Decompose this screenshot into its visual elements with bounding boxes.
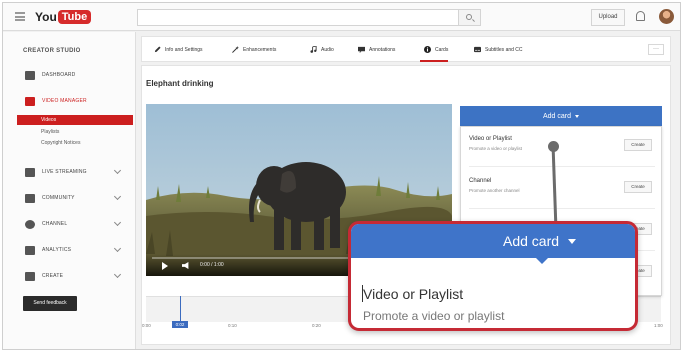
timeline-tick: 0:00 [142,323,151,328]
chevron-down-icon[interactable] [113,218,122,227]
chevron-down-icon[interactable] [113,166,122,175]
wand-icon [232,46,239,53]
dashboard-icon [25,70,35,80]
create-button[interactable]: Create [624,181,652,193]
sidebar-subitem-playlists[interactable]: Playlists [41,129,59,135]
callout-add-card-button[interactable]: Add card [351,224,635,258]
zoom-callout: Add card Video or Playlist Promote a vid… [348,221,638,331]
sidebar-title: CREATOR STUDIO [23,48,81,54]
card-option-channel[interactable]: Channel Promote another channel Create [469,169,655,209]
sidebar: CREATOR STUDIO DASHBOARD VIDEO MANAGER V… [3,32,136,349]
add-card-label: Add card [542,112,572,120]
youtube-logo[interactable]: You Tube [35,9,92,25]
logo-you-text: You [35,10,57,24]
sidebar-item-label: VIDEO MANAGER [42,98,87,104]
tab-cards[interactable]: Cards [424,37,448,62]
video-manager-icon [25,96,35,106]
timeline-tick: 0:20 [312,323,321,328]
logo-tube-text: Tube [57,10,92,24]
menu-icon[interactable] [15,12,25,21]
sidebar-item-community[interactable]: COMMUNITY [25,192,75,204]
sidebar-item-live-streaming[interactable]: LIVE STREAMING [25,166,87,178]
music-icon [310,46,317,53]
top-bar: You Tube Upload [3,3,680,31]
create-button[interactable]: Create [624,139,652,151]
sidebar-item-label: CREATE [42,273,64,279]
card-option-desc: Promote another channel [469,188,520,193]
bell-icon[interactable] [636,11,645,21]
sidebar-item-label: ANALYTICS [42,247,72,253]
tab-label: Subtitles and CC [485,46,523,53]
card-option-title: Video or Playlist [469,136,512,142]
upload-button[interactable]: Upload [591,9,625,26]
card-option-desc: Promote a video or playlist [469,146,523,151]
community-icon [25,193,35,203]
sidebar-item-create[interactable]: CREATE [25,270,63,282]
video-title: Elephant drinking [146,79,214,88]
callout-notch [534,256,550,264]
sidebar-item-label: COMMUNITY [42,195,75,201]
sidebar-subitem-videos[interactable]: Videos [17,115,133,125]
timeline-cursor-time[interactable]: 0:02 [172,321,188,328]
avatar[interactable] [659,9,674,24]
caret-down-icon [568,238,577,244]
play-icon[interactable] [162,262,168,270]
volume-icon[interactable] [182,262,189,269]
tab-label: Audio [321,46,334,53]
timeline-tick: 1:00 [654,323,663,328]
timeline-tick: 0:10 [228,323,237,328]
sidebar-item-dashboard[interactable]: DASHBOARD [25,69,75,81]
channel-icon [25,219,35,229]
annotation-icon [358,46,365,53]
timeline-playhead[interactable] [180,296,181,322]
more-button[interactable]: ··· [648,44,664,55]
callout-option-desc: Promote a video or playlist [363,309,505,323]
sidebar-item-label: LIVE STREAMING [42,169,87,175]
tab-enhancements[interactable]: Enhancements [232,37,276,62]
add-card-button[interactable]: Add card [460,106,662,126]
sidebar-item-label: CHANNEL [42,221,68,227]
tab-annotations[interactable]: Annotations [358,37,395,62]
tab-label: Cards [435,46,449,53]
tab-info-settings[interactable]: Info and Settings [154,37,203,62]
sidebar-subitem-label: Videos [41,117,57,123]
search-input[interactable] [137,9,459,26]
callout-option-title[interactable]: Video or Playlist [363,286,463,302]
search-button[interactable] [459,9,481,26]
video-time: 0:00 / 1:00 [200,262,224,268]
caret-down-icon [575,114,580,118]
info-icon [424,46,431,53]
tab-label: Info and Settings [165,46,203,53]
sidebar-subitem-copyright[interactable]: Copyright Notices [41,140,80,146]
chevron-down-icon[interactable] [113,270,122,279]
sidebar-item-label: DASHBOARD [42,72,76,78]
send-feedback-button[interactable]: Send feedback [23,296,77,311]
sidebar-item-channel[interactable]: CHANNEL [25,218,67,230]
tab-label: Enhancements [243,46,277,53]
subtitles-icon [474,46,481,53]
analytics-icon [25,245,35,255]
create-icon [25,271,35,281]
sidebar-item-analytics[interactable]: ANALYTICS [25,244,71,256]
tab-audio[interactable]: Audio [310,37,334,62]
callout-add-card-label: Add card [503,233,560,249]
sidebar-item-video-manager[interactable]: VIDEO MANAGER [25,95,87,107]
card-option-video[interactable]: Video or Playlist Promote a video or pla… [469,127,655,167]
search-icon [466,14,472,20]
active-tab-indicator [420,60,448,62]
tab-subtitles[interactable]: Subtitles and CC [474,37,523,62]
card-option-title: Channel [469,178,492,184]
live-icon [25,167,35,177]
tab-label: Annotations [369,46,396,53]
editor-tab-bar: Info and Settings Enhancements Audio Ann… [141,36,671,62]
chevron-down-icon[interactable] [113,244,122,253]
chevron-down-icon[interactable] [113,192,122,201]
pencil-icon [154,46,161,53]
